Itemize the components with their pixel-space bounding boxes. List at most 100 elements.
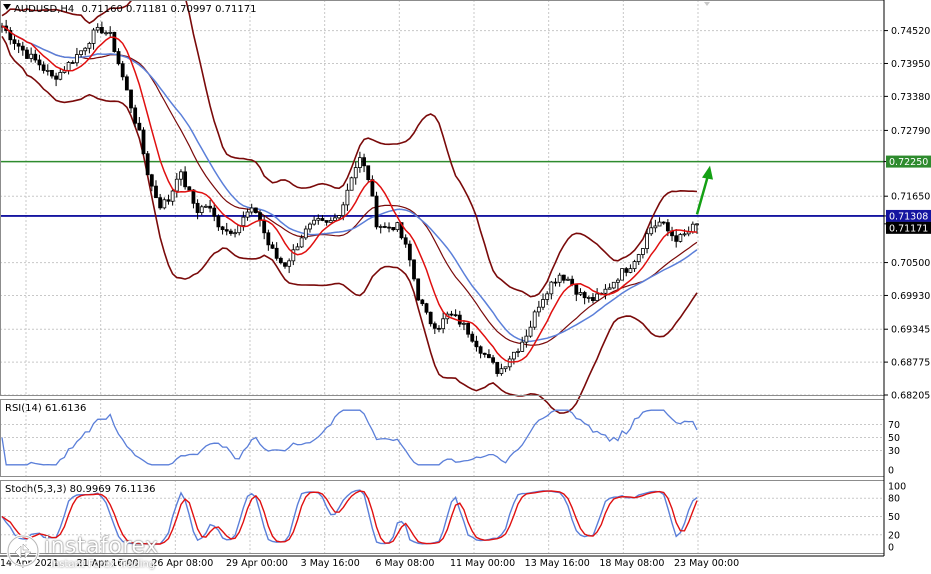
candle-body[interactable] — [120, 63, 125, 78]
candle-body[interactable] — [478, 346, 483, 354]
candle-body[interactable] — [678, 234, 683, 242]
candle-body[interactable] — [545, 293, 550, 300]
candle-body[interactable] — [503, 366, 508, 370]
candle-body[interactable] — [299, 237, 304, 248]
candle-body[interactable] — [482, 352, 487, 355]
candle-body[interactable] — [129, 89, 133, 109]
candle-body[interactable] — [449, 313, 454, 316]
candle-body[interactable] — [582, 292, 587, 299]
candle-body[interactable] — [312, 219, 317, 225]
candle-body[interactable] — [341, 204, 346, 216]
candle-body[interactable] — [524, 335, 529, 343]
candle-body[interactable] — [320, 218, 325, 221]
candle-body[interactable] — [645, 233, 649, 249]
candle-body[interactable] — [457, 314, 462, 325]
candle-body[interactable] — [528, 326, 533, 337]
candle-body[interactable] — [607, 287, 612, 290]
candle-body[interactable] — [437, 327, 441, 330]
candle-body[interactable] — [557, 274, 562, 283]
candle-body[interactable] — [87, 43, 92, 49]
candle-body[interactable] — [453, 314, 458, 317]
candle-body[interactable] — [432, 323, 437, 329]
candle-body[interactable] — [541, 299, 545, 308]
candle-body[interactable] — [29, 53, 34, 59]
candle-body[interactable] — [403, 237, 408, 245]
chart-canvas[interactable]: 0.74520 0.73950 0.73380 0.72790 0.72250 0.716… — [0, 0, 931, 574]
candle-body[interactable] — [104, 32, 108, 35]
candle-body[interactable] — [653, 225, 658, 229]
candle-body[interactable] — [66, 62, 71, 72]
candle-body[interactable] — [378, 226, 383, 228]
candle-body[interactable] — [511, 351, 516, 360]
candle-body[interactable] — [212, 207, 217, 217]
candle-body[interactable] — [328, 220, 333, 223]
candle-body[interactable] — [549, 281, 554, 295]
candle-body[interactable] — [412, 259, 416, 280]
candle-body[interactable] — [407, 243, 412, 261]
candle-body[interactable] — [91, 29, 96, 44]
candle-body[interactable] — [270, 244, 275, 249]
candle-body[interactable] — [387, 226, 391, 229]
candle-body[interactable] — [649, 227, 654, 235]
candle-body[interactable] — [424, 303, 429, 313]
candle-body[interactable] — [366, 165, 371, 180]
candle-body[interactable] — [374, 195, 379, 228]
candle-body[interactable] — [303, 228, 308, 239]
candle-body[interactable] — [632, 261, 637, 270]
candle-body[interactable] — [362, 157, 366, 167]
candle-body[interactable] — [79, 50, 83, 55]
candle-body[interactable] — [308, 223, 312, 230]
candle-body[interactable] — [249, 207, 254, 213]
candle-body[interactable] — [75, 54, 79, 64]
candle-body[interactable] — [487, 354, 491, 359]
candle-body[interactable] — [640, 248, 645, 255]
candle-body[interactable] — [137, 122, 142, 131]
candle-body[interactable] — [337, 215, 341, 219]
candle-body[interactable] — [382, 226, 387, 228]
candle-body[interactable] — [25, 49, 29, 59]
candle-body[interactable] — [536, 306, 541, 313]
candle-body[interactable] — [561, 274, 566, 281]
candle-body[interactable] — [283, 262, 287, 267]
candle-body[interactable] — [624, 268, 629, 273]
candle-body[interactable] — [665, 222, 670, 232]
candle-body[interactable] — [170, 190, 175, 202]
candle-body[interactable] — [324, 220, 329, 223]
candle-body[interactable] — [616, 279, 620, 283]
candle-body[interactable] — [274, 247, 279, 259]
candle-body[interactable] — [99, 26, 104, 34]
candle-body[interactable] — [58, 72, 63, 80]
candle-body[interactable] — [553, 281, 558, 284]
candle-body[interactable] — [358, 157, 362, 168]
candle-body[interactable] — [495, 361, 500, 374]
candle-body[interactable] — [682, 233, 687, 236]
scroll-marker-icon[interactable] — [704, 2, 710, 6]
candle-body[interactable] — [124, 76, 129, 91]
candle-body[interactable] — [241, 216, 246, 227]
candle-body[interactable] — [54, 75, 59, 80]
candle-body[interactable] — [370, 179, 375, 197]
candle-body[interactable] — [695, 223, 699, 226]
candle-body[interactable] — [466, 322, 471, 335]
candle-body[interactable] — [154, 185, 158, 199]
candle-body[interactable] — [441, 318, 446, 330]
candle-body[interactable] — [191, 189, 196, 204]
candle-body[interactable] — [233, 232, 237, 235]
candle-body[interactable] — [287, 260, 292, 267]
candle-body[interactable] — [507, 358, 512, 368]
candle-body[interactable] — [208, 205, 212, 209]
candle-body[interactable] — [220, 226, 225, 231]
candle-body[interactable] — [474, 340, 479, 348]
candle-body[interactable] — [578, 292, 583, 295]
candle-body[interactable] — [224, 229, 229, 232]
candle-body[interactable] — [37, 59, 42, 66]
candle-body[interactable] — [611, 281, 616, 289]
candle-body[interactable] — [16, 43, 21, 47]
candle-body[interactable] — [83, 47, 88, 52]
candle-body[interactable] — [187, 186, 192, 191]
candle-body[interactable] — [470, 333, 475, 342]
candle-body[interactable] — [636, 254, 641, 262]
candle-body[interactable] — [395, 222, 400, 231]
candle-body[interactable] — [295, 246, 300, 251]
candle-body[interactable] — [179, 171, 183, 180]
